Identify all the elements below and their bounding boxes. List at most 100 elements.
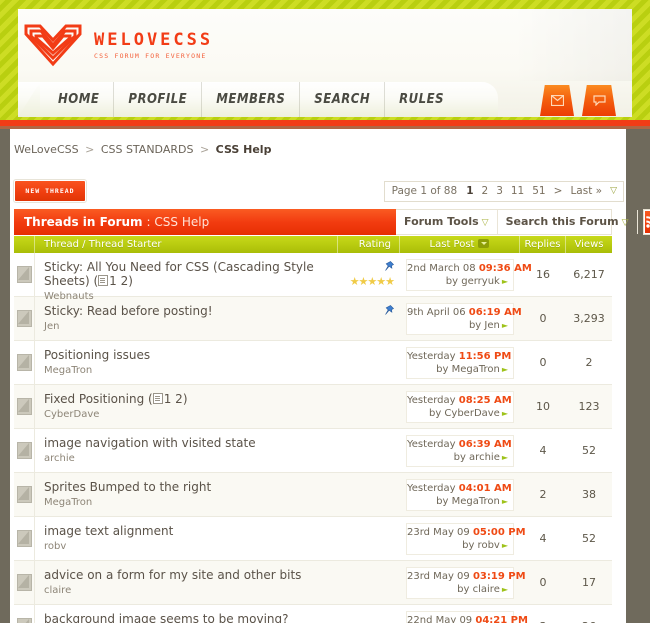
thread-starter[interactable]: robv [44,541,338,552]
table-row[interactable]: background image seems to be moving? 22n… [14,605,612,623]
thread-starter[interactable]: claire [44,585,338,596]
last-post-date: Yesterday 11:56 PM [407,350,511,362]
thread-status-icon [16,310,32,327]
table-row[interactable]: Sticky: All You Need for CSS (Cascading … [14,253,612,302]
nav-item-home[interactable]: HOME [44,82,115,117]
last-post-box: 9th April 06 06:19 AM by Jen ► [406,302,522,335]
last-post-author-line: by archie ► [407,452,508,463]
last-post-author-line: by gerryuk ► [407,276,508,287]
goto-last-post-icon[interactable]: ► [502,321,508,330]
thread-views: 6,217 [573,268,605,281]
column-header-last-post-label: Last Post [429,239,475,250]
nav-item-rules[interactable]: RULES [385,82,458,117]
nav-item-search[interactable]: SEARCH [300,82,386,117]
pagination-page-11[interactable]: 11 [507,183,528,200]
goto-last-post-icon[interactable]: ► [502,365,508,374]
table-row[interactable]: Sprites Bumped to the right MegaTron Yes… [14,473,612,517]
nav-item-profile[interactable]: PROFILE [114,82,203,117]
thread-title[interactable]: image navigation with visited state [44,436,338,450]
last-post-date: 23rd May 09 05:00 PM [407,527,526,538]
column-header-rating[interactable]: Rating [338,236,400,253]
thread-title[interactable]: Positioning issues [44,348,338,362]
thread-title[interactable]: Sprites Bumped to the right [44,480,338,494]
thread-title[interactable]: Fixed Positioning (1 2) [44,392,338,406]
thread-starter[interactable]: CyberDave [44,409,338,420]
thread-title[interactable]: Sticky: Read before posting! [44,304,338,318]
site-logo[interactable]: WELOVECSS CSS FORUM FOR EVERYONE [22,18,213,74]
last-post-author[interactable]: by MegaTron [436,496,500,507]
goto-last-post-icon[interactable]: ► [502,541,508,550]
column-header-thread[interactable]: Thread / Thread Starter [35,236,338,253]
thread-views: 2 [585,356,593,369]
last-post-box: Yesterday 04:01 AM by MegaTron ► [406,478,514,511]
last-post-date-text: Yesterday [407,350,456,362]
table-row[interactable]: image text alignment robv 23rd May 09 05… [14,517,612,561]
pagination-next[interactable]: > [550,183,567,200]
rss-feed-button[interactable] [642,209,650,235]
notifications-tab-button[interactable] [582,85,616,116]
pagination-page-2[interactable]: 2 [478,183,493,200]
column-header-last-post[interactable]: Last Post [400,236,520,253]
pagination-last[interactable]: Last » [566,183,606,200]
column-header-views[interactable]: Views [566,236,612,253]
pagination-page-3[interactable]: 3 [492,183,507,200]
thread-title-text: background image seems to be moving? [44,612,289,623]
sticky-pin-icon [385,305,394,315]
chevron-down-icon: ▽ [481,218,489,228]
goto-last-post-icon[interactable]: ► [502,409,508,418]
pagination-page-label: Page 1 of 88 [391,185,458,197]
last-post-author[interactable]: by claire [457,584,500,595]
thread-title-text: Sticky: All You Need for CSS (Cascading … [44,260,314,288]
thread-starter[interactable]: MegaTron [44,497,338,508]
pagination-page-51[interactable]: 51 [528,183,549,200]
breadcrumb-section[interactable]: CSS STANDARDS [101,143,194,156]
last-post-date: 9th April 06 06:19 AM [407,306,522,318]
last-post-author-line: by MegaTron ► [407,496,508,507]
messages-tab-button[interactable] [540,85,574,116]
last-post-author[interactable]: by archie [454,452,500,463]
header-frame: WELOVECSS CSS FORUM FOR EVERYONE HOME PR… [0,0,650,126]
last-post-author[interactable]: by CyberDave [429,408,500,419]
thread-title-text: image text alignment [44,524,174,538]
last-post-date: Yesterday 06:39 AM [407,439,512,450]
thread-title[interactable]: Sticky: All You Need for CSS (Cascading … [44,260,338,288]
thread-title[interactable]: background image seems to be moving? [44,612,338,623]
last-post-author[interactable]: by Jen [469,320,500,331]
table-row[interactable]: Positioning issues MegaTron Yesterday 11… [14,341,612,385]
goto-last-post-icon[interactable]: ► [502,585,508,594]
goto-last-post-icon[interactable]: ► [502,497,508,506]
last-post-author[interactable]: by gerryuk [446,276,500,287]
goto-last-post-icon[interactable]: ► [502,453,508,462]
thread-status-cell [14,605,35,623]
thread-starter[interactable]: archie [44,453,338,464]
last-post-date-text: 9th April 06 [407,306,466,318]
goto-last-post-icon[interactable]: ► [502,277,508,286]
nav-item-members[interactable]: MEMBERS [202,82,301,117]
breadcrumb-root[interactable]: WeLoveCSS [14,143,79,156]
thread-pages[interactable]: 1 2 [164,392,183,406]
multipage-icon [98,275,109,286]
thread-status-icon [16,618,32,623]
thread-starter[interactable]: Jen [44,321,338,332]
table-row[interactable]: Fixed Positioning (1 2) CyberDave Yester… [14,385,612,429]
thread-pages[interactable]: 1 2 [109,274,128,288]
column-header-replies[interactable]: Replies [520,236,566,253]
table-row[interactable]: advice on a form for my site and other b… [14,561,612,605]
last-post-author[interactable]: by MegaTron [436,364,500,375]
thread-replies: 0 [539,356,547,369]
thread-title[interactable]: image text alignment [44,524,338,538]
last-post-author[interactable]: by robv [462,540,500,551]
search-forum-button[interactable]: Search this Forum ▽ [498,210,638,234]
table-row[interactable]: Sticky: Read before posting! Jen 9th Apr… [14,297,612,341]
forum-tools-button[interactable]: Forum Tools ▽ [396,210,498,234]
forum-tools-bar: Forum Tools ▽ Search this Forum ▽ [396,209,650,235]
thread-rating-stars[interactable]: ★★★★★ [350,276,395,287]
thread-starter[interactable]: MegaTron [44,365,338,376]
thread-status-icon [16,574,32,591]
pagination-page-1[interactable]: 1 [462,183,477,200]
breadcrumb-current: CSS Help [215,143,272,156]
table-row[interactable]: image navigation with visited state arch… [14,429,612,473]
new-thread-button[interactable]: NEW THREAD [13,179,87,203]
thread-title[interactable]: advice on a form for my site and other b… [44,568,338,582]
pagination-dropdown-icon[interactable]: ▽ [606,183,621,200]
